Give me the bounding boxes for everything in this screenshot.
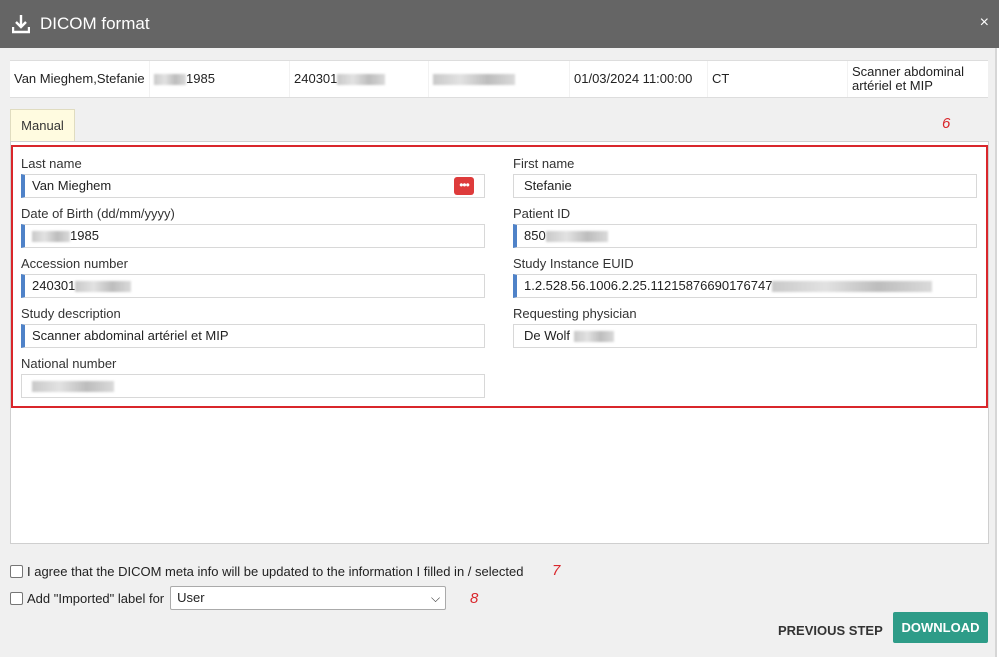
- euid-input[interactable]: 1.2.528.56.1006.2.25.11215876690176747: [513, 274, 977, 298]
- first-name-field: First name Stefanie: [513, 156, 977, 198]
- tab-manual[interactable]: Manual: [10, 109, 75, 141]
- annotation-7: 7: [552, 562, 561, 579]
- imported-row: Add "Imported" label for User ⌵: [10, 586, 447, 610]
- euid-label: Study Instance EUID: [513, 256, 634, 271]
- annotation-8: 8: [470, 590, 479, 607]
- study-summary-row: Van Mieghem,Stefanie 1985 240301 01/03/2…: [10, 60, 988, 98]
- last-name-field: Last name Van Mieghem •••: [21, 156, 485, 198]
- annotation-6: 6: [942, 115, 951, 132]
- physician-field: Requesting physician De Wolf: [513, 306, 977, 348]
- imported-checkbox[interactable]: [10, 591, 23, 605]
- study-accession: 240301: [290, 61, 429, 97]
- study-datetime: 01/03/2024 11:00:00: [570, 61, 708, 97]
- redacted-value: [32, 381, 114, 393]
- patient-id-field: Patient ID 850: [513, 206, 977, 248]
- study-description-input[interactable]: Scanner abdominal artériel et MIP: [21, 324, 485, 348]
- dialog-body: Van Mieghem,Stefanie 1985 240301 01/03/2…: [0, 48, 997, 657]
- study-patient-name: Van Mieghem,Stefanie: [10, 61, 150, 97]
- last-name-input[interactable]: Van Mieghem •••: [21, 174, 485, 198]
- study-modality: CT: [708, 61, 848, 97]
- study-description-field: Study description Scanner abdominal arté…: [21, 306, 485, 348]
- euid-field: Study Instance EUID 1.2.528.56.1006.2.25…: [513, 256, 977, 298]
- download-button[interactable]: DOWNLOAD: [893, 612, 988, 643]
- dialog-title: DICOM format: [40, 14, 150, 33]
- previous-step-button[interactable]: PREVIOUS STEP: [768, 615, 893, 647]
- patient-id-label: Patient ID: [513, 206, 571, 221]
- download-icon: [12, 15, 30, 34]
- highlight-box-6: Last name Van Mieghem ••• First name Ste…: [11, 145, 988, 408]
- national-number-label: National number: [21, 356, 117, 371]
- dob-input[interactable]: 1985: [21, 224, 485, 248]
- redacted-value: [75, 281, 132, 293]
- agree-checkbox[interactable]: [10, 565, 23, 578]
- study-redacted: [429, 61, 570, 97]
- study-dob: 1985: [150, 61, 290, 97]
- agree-label: I agree that the DICOM meta info will be…: [27, 564, 524, 579]
- first-name-label: First name: [513, 156, 575, 171]
- redacted-value: [545, 231, 608, 243]
- dob-label: Date of Birth (dd/mm/yyyy): [21, 206, 175, 221]
- national-number-field: National number: [21, 356, 485, 398]
- dialog-titlebar: DICOM format ×: [0, 0, 999, 48]
- redacted-value: [772, 281, 933, 293]
- national-number-input[interactable]: [21, 374, 485, 398]
- redacted-value: [154, 73, 186, 85]
- physician-label: Requesting physician: [513, 306, 637, 321]
- study-description: Scanner abdominal artériel et MIP: [852, 64, 965, 93]
- accession-field: Accession number 240301: [21, 256, 485, 298]
- dob-field: Date of Birth (dd/mm/yyyy) 1985: [21, 206, 485, 248]
- accession-input[interactable]: 240301: [21, 274, 485, 298]
- redacted-value: [573, 331, 614, 343]
- redacted-value: [337, 73, 386, 85]
- patient-id-input[interactable]: 850: [513, 224, 977, 248]
- last-name-label: Last name: [21, 156, 82, 171]
- more-dots-icon[interactable]: •••: [454, 177, 474, 195]
- imported-select[interactable]: User ⌵: [170, 586, 447, 610]
- redacted-value: [32, 231, 70, 243]
- accession-label: Accession number: [21, 256, 128, 271]
- first-name-input[interactable]: Stefanie: [513, 174, 977, 198]
- physician-input[interactable]: De Wolf: [513, 324, 977, 348]
- agree-row: I agree that the DICOM meta info will be…: [10, 564, 523, 579]
- imported-label: Add "Imported" label for: [27, 590, 165, 606]
- close-icon[interactable]: ×: [980, 15, 989, 31]
- chevron-down-icon: ⌵: [431, 591, 441, 605]
- redacted-value: [433, 73, 515, 85]
- study-description-label: Study description: [21, 306, 121, 321]
